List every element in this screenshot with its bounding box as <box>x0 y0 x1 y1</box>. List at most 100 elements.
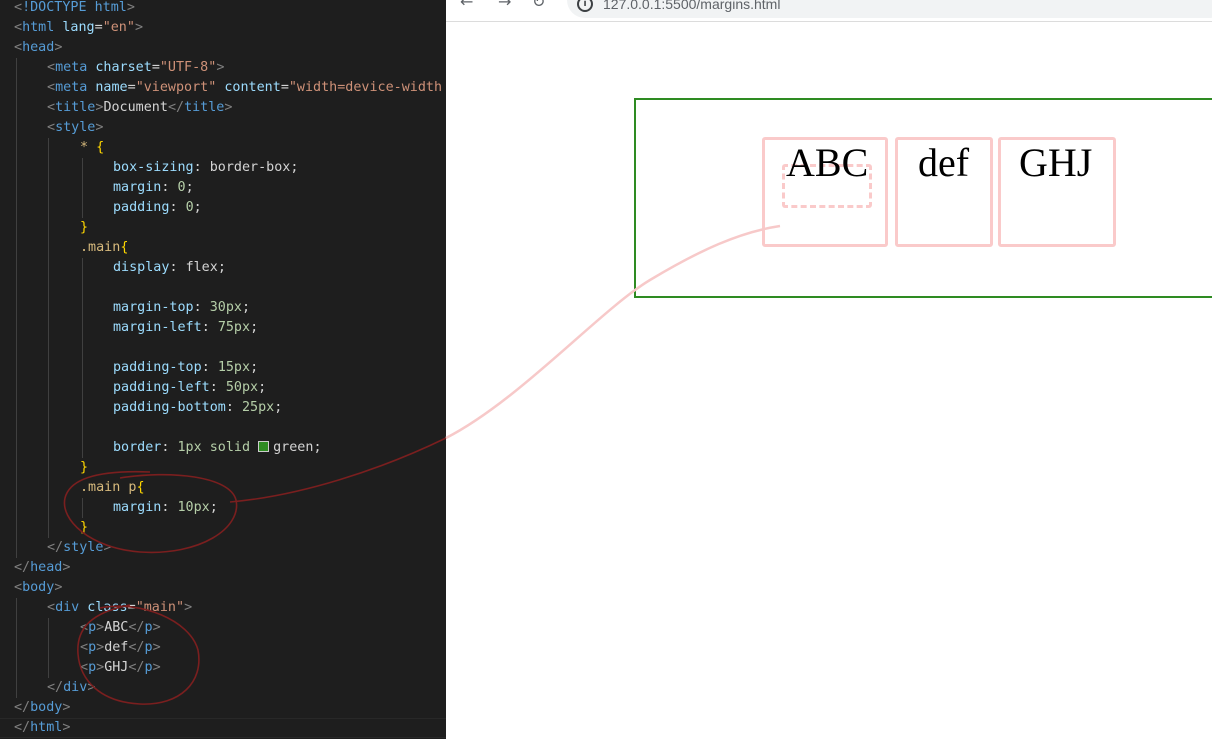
code-token: ; <box>250 360 259 375</box>
code-token: .main <box>80 240 121 255</box>
code-line[interactable]: </html> <box>0 718 446 738</box>
code-token: > <box>96 620 105 635</box>
code-line[interactable] <box>0 338 446 358</box>
code-line[interactable]: .main p{ <box>0 478 446 498</box>
code-line[interactable] <box>0 418 446 438</box>
code-line[interactable]: margin: 10px; <box>0 498 446 518</box>
code-token: padding <box>113 200 170 215</box>
code-token: : <box>201 320 218 335</box>
code-line[interactable]: } <box>0 458 446 478</box>
code-token: : <box>169 200 186 215</box>
code-line[interactable]: display: flex; <box>0 258 446 278</box>
code-token: < <box>14 20 23 35</box>
indent-guide <box>16 118 17 138</box>
code-token: < <box>80 660 89 675</box>
code-line[interactable]: <!DOCTYPE html> <box>0 0 446 18</box>
code-token: < <box>14 0 23 15</box>
indent-guide <box>48 238 49 258</box>
indent-guide <box>82 198 83 218</box>
back-arrow-icon[interactable]: ← <box>460 0 473 10</box>
code-line[interactable]: <meta name="viewport" content="width=dev… <box>0 78 446 98</box>
indent-guide <box>16 418 17 438</box>
code-token: : <box>161 500 178 515</box>
info-icon[interactable]: i <box>577 0 593 12</box>
code-token: ; <box>274 400 283 415</box>
code-token: > <box>54 580 63 595</box>
code-line[interactable] <box>0 278 446 298</box>
code-token: < <box>80 640 89 655</box>
code-line[interactable]: <meta charset="UTF-8"> <box>0 58 446 78</box>
code-line[interactable]: <title>Document</title> <box>0 98 446 118</box>
code-line[interactable]: padding: 0; <box>0 198 446 218</box>
indent-guide <box>48 158 49 178</box>
code-line[interactable]: <html lang="en"> <box>0 18 446 38</box>
code-token: : <box>161 440 178 455</box>
code-line[interactable]: <p>def</p> <box>0 638 446 658</box>
code-line[interactable]: </div> <box>0 678 446 698</box>
code-line[interactable]: } <box>0 218 446 238</box>
code-token: p <box>144 640 153 655</box>
indent-guide <box>16 198 17 218</box>
code-token: border <box>113 440 162 455</box>
address-bar[interactable]: i 127.0.0.1:5500/margins.html <box>567 0 1212 18</box>
reload-icon[interactable]: ↻ <box>532 0 545 10</box>
code-token: > <box>62 560 71 575</box>
code-token: html <box>94 0 127 15</box>
code-token: > <box>96 640 105 655</box>
indent-guide <box>16 218 17 238</box>
code-token: > <box>224 100 233 115</box>
indent-guide <box>16 158 17 178</box>
code-line[interactable]: <head> <box>0 38 446 58</box>
code-line[interactable]: padding-top: 15px; <box>0 358 446 378</box>
indent-guide <box>48 418 49 438</box>
code-token: ; <box>193 200 202 215</box>
indent-guide <box>16 518 17 538</box>
code-line[interactable]: <div class="main"> <box>0 598 446 618</box>
code-token: .main p <box>80 480 137 495</box>
code-token: margin <box>113 500 162 515</box>
indent-guide <box>48 318 49 338</box>
code-line[interactable]: margin-left: 75px; <box>0 318 446 338</box>
indent-guide <box>16 438 17 458</box>
code-token: p <box>144 620 153 635</box>
code-token: </ <box>47 540 64 555</box>
indent-guide <box>16 498 17 518</box>
code-token: > <box>54 40 63 55</box>
indent-guide <box>82 158 83 178</box>
code-line[interactable]: padding-bottom: 25px; <box>0 398 446 418</box>
code-token: : <box>193 300 210 315</box>
code-token: 1px solid <box>177 440 259 455</box>
indent-guide <box>16 658 17 678</box>
code-token: > <box>62 720 71 735</box>
code-line[interactable]: box-sizing: border-box; <box>0 158 446 178</box>
code-line[interactable]: * { <box>0 138 446 158</box>
code-line[interactable]: <p>ABC</p> <box>0 618 446 638</box>
indent-guide <box>48 378 49 398</box>
code-token: style <box>55 120 96 135</box>
indent-guide <box>48 658 49 678</box>
code-token: > <box>152 640 161 655</box>
code-line[interactable]: padding-left: 50px; <box>0 378 446 398</box>
code-line[interactable]: margin: 0; <box>0 178 446 198</box>
color-swatch-icon[interactable] <box>258 441 270 452</box>
code-line[interactable]: margin-top: 30px; <box>0 298 446 318</box>
code-token: < <box>80 620 89 635</box>
code-line[interactable]: .main{ <box>0 238 446 258</box>
code-line[interactable]: <body> <box>0 578 446 598</box>
code-line[interactable]: } <box>0 518 446 538</box>
code-line[interactable]: </body> <box>0 698 446 718</box>
code-token: def <box>104 640 129 655</box>
code-token: ; <box>209 500 218 515</box>
code-line[interactable]: <style> <box>0 118 446 138</box>
forward-arrow-icon[interactable]: → <box>498 0 511 10</box>
code-line[interactable]: </style> <box>0 538 446 558</box>
code-token: : <box>169 260 186 275</box>
code-token: class <box>79 600 128 615</box>
code-line[interactable]: <p>GHJ</p> <box>0 658 446 678</box>
code-line[interactable]: border: 1px solid green; <box>0 438 446 458</box>
code-token: </ <box>128 640 145 655</box>
code-token: </ <box>167 100 185 115</box>
url-text[interactable]: 127.0.0.1:5500/margins.html <box>603 0 780 12</box>
code-editor[interactable]: <!DOCTYPE html> <html lang="en"> <head> <me… <box>0 0 446 739</box>
code-line[interactable]: </head> <box>0 558 446 578</box>
